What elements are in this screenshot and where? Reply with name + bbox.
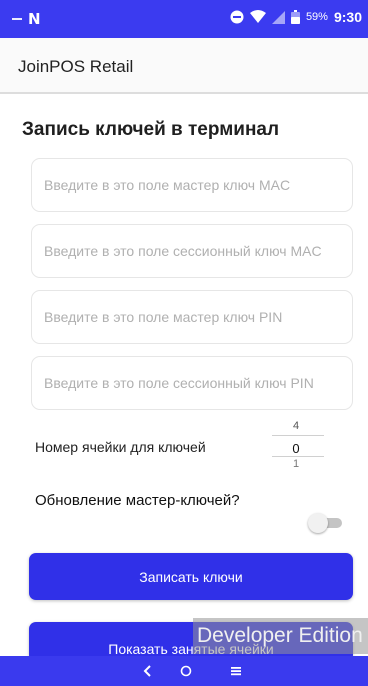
page-title: Запись ключей в терминал <box>22 119 280 140</box>
dash-icon <box>12 18 22 20</box>
pin-master-key-field-container <box>31 290 353 344</box>
mac-master-key-input[interactable] <box>32 159 352 211</box>
recents-button[interactable] <box>224 661 248 681</box>
wifi-icon <box>249 10 266 23</box>
picker-prev-value[interactable]: 4 <box>276 420 316 432</box>
cell-number-label: Номер ячейки для ключей <box>35 439 206 455</box>
battery-icon <box>290 10 300 24</box>
app-bar: JoinPOS Retail <box>0 38 368 94</box>
signal-icon <box>271 10 285 24</box>
mac-session-key-input[interactable] <box>32 225 352 277</box>
cell-number-picker[interactable]: 4 0 1 <box>264 420 330 472</box>
mac-master-key-field-container <box>31 158 353 212</box>
back-button[interactable] <box>136 661 160 681</box>
back-icon <box>143 665 151 677</box>
picker-next-value[interactable]: 1 <box>276 458 316 470</box>
master-key-update-label: Обновление мастер-ключей? <box>35 492 240 509</box>
navigation-bar <box>0 656 368 686</box>
picker-divider-top <box>272 435 324 436</box>
master-key-update-toggle[interactable] <box>308 513 342 533</box>
picker-selected-value[interactable]: 0 <box>276 441 316 456</box>
mac-session-key-field-container <box>31 224 353 278</box>
do-not-disturb-icon <box>230 10 244 24</box>
toggle-thumb <box>308 513 328 533</box>
app-title: JoinPOS Retail <box>18 57 134 76</box>
clock: 9:30 <box>333 9 362 25</box>
pin-master-key-input[interactable] <box>32 291 352 343</box>
status-bar-right: 59% 9:30 <box>230 9 362 25</box>
pin-session-key-field-container <box>31 356 353 410</box>
status-bar: N 59% 9:30 <box>0 0 368 38</box>
battery-percent: 59% <box>305 11 328 23</box>
developer-edition-watermark: Developer Edition <box>193 618 368 654</box>
write-keys-button[interactable]: Записать ключи <box>29 553 353 600</box>
home-icon <box>180 665 192 677</box>
pin-session-key-input[interactable] <box>32 357 352 409</box>
menu-icon <box>231 667 241 676</box>
status-bar-left: N <box>12 10 41 28</box>
notification-n-icon: N <box>28 10 41 28</box>
picker-divider-bottom <box>272 456 324 457</box>
home-button[interactable] <box>174 661 198 681</box>
